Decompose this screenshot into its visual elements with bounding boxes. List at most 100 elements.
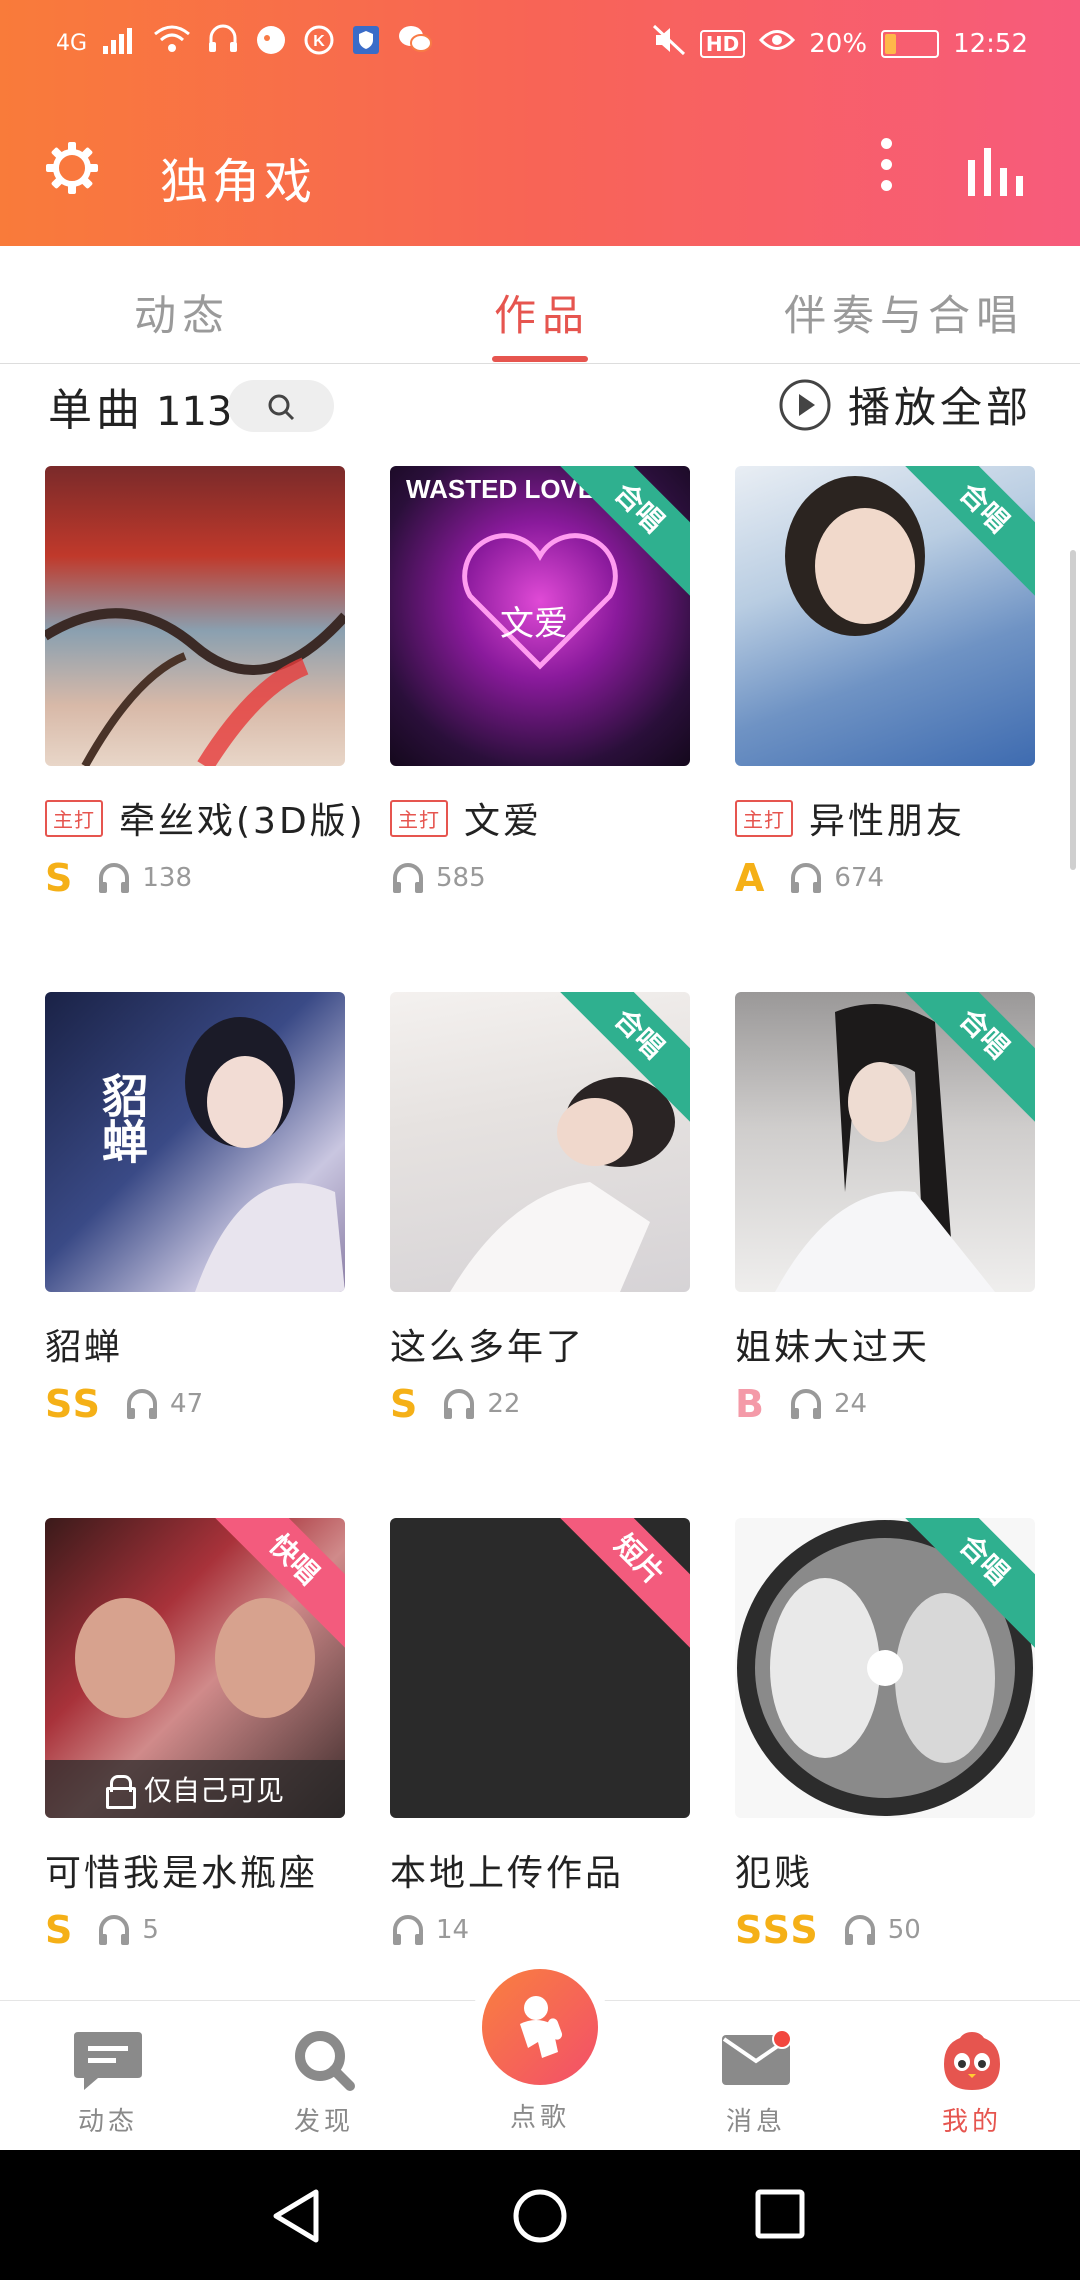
now-playing-equalizer-icon[interactable] xyxy=(966,146,1032,196)
tab-feed[interactable]: 动态 xyxy=(134,282,230,343)
play-count: 674 xyxy=(788,862,884,894)
profile-mascot-icon xyxy=(944,2032,1000,2090)
song-meta: A 674 xyxy=(735,856,1035,900)
scrollbar[interactable] xyxy=(1070,550,1076,870)
section-title: 单曲 113 xyxy=(48,374,232,438)
play-count: 138 xyxy=(96,862,192,894)
song-title: 牵丝戏(3D版) xyxy=(119,801,366,842)
wechat-icon xyxy=(397,24,433,64)
system-navigation-bar xyxy=(0,2150,1080,2280)
play-count: 50 xyxy=(842,1914,921,1946)
song-card[interactable]: 合唱 主打 异性朋友 A 674 xyxy=(735,466,1035,900)
play-all-label: 播放全部 xyxy=(847,383,1032,432)
tab-works[interactable]: 作品 xyxy=(494,282,590,343)
song-title-row: 貂蝉 xyxy=(45,1322,345,1368)
home-icon[interactable] xyxy=(512,2188,568,2244)
sing-button[interactable] xyxy=(470,1957,610,2097)
play-count: 5 xyxy=(96,1914,159,1946)
headphones-icon xyxy=(790,1389,821,1419)
song-card[interactable]: 合唱 姐妹大过天 B 24 xyxy=(735,992,1035,1426)
main-badge: 主打 xyxy=(45,799,103,837)
cover-text: WASTED LOVE xyxy=(406,474,596,504)
short-video-ribbon: 短片 xyxy=(539,1518,690,1660)
song-title: 可惜我是水瓶座 xyxy=(45,1853,319,1894)
song-card[interactable]: 短片 本地上传作品 14 xyxy=(390,1518,690,1950)
settings-gear-icon[interactable] xyxy=(42,138,102,198)
song-title-row: 姐妹大过天 xyxy=(735,1322,1035,1368)
song-title: 异性朋友 xyxy=(809,801,966,842)
song-meta: SSS 50 xyxy=(735,1908,1035,1952)
nav-messages[interactable]: 消息 xyxy=(686,2025,826,2138)
play-count-value: 24 xyxy=(833,1389,868,1419)
play-circle-icon xyxy=(779,379,831,430)
nav-me-label: 我的 xyxy=(941,2107,1002,2137)
play-count-value: 50 xyxy=(887,1915,921,1945)
song-title: 貂蝉 xyxy=(45,1327,124,1368)
song-title-row: 主打 牵丝戏(3D版) xyxy=(45,796,363,842)
headphones-icon xyxy=(844,1915,875,1945)
song-title-row: 本地上传作品 xyxy=(390,1848,690,1894)
headphones-icon xyxy=(99,863,130,893)
play-count-value: 138 xyxy=(142,863,193,893)
song-cover: 合唱 xyxy=(735,992,1035,1292)
headphones-icon xyxy=(791,863,822,893)
headphones-icon xyxy=(393,863,423,893)
play-all-button[interactable]: 播放全部 xyxy=(778,374,1032,435)
headphone-status-icon xyxy=(207,24,239,64)
clock: 12:52 xyxy=(953,28,1028,59)
play-count: 14 xyxy=(390,1914,469,1946)
song-title-row: 可惜我是水瓶座 xyxy=(45,1848,345,1894)
cover-lettering: 文爱 xyxy=(500,604,568,644)
k-app-icon: K xyxy=(303,24,335,64)
unread-dot xyxy=(772,2029,792,2049)
nav-me[interactable]: 我的 xyxy=(902,2025,1042,2138)
play-count-value: 14 xyxy=(436,1915,470,1945)
nav-discover[interactable]: 发现 xyxy=(254,2025,394,2138)
headphones-icon xyxy=(127,1389,158,1419)
song-cover xyxy=(45,466,345,766)
more-options-icon[interactable] xyxy=(868,130,904,200)
song-cover: 快唱 仅自己可见 xyxy=(45,1518,345,1818)
song-cover: 合唱 xyxy=(735,1518,1035,1818)
song-card[interactable]: 貂蝉 貂蝉 SS 47 xyxy=(45,992,345,1426)
search-songs-button[interactable] xyxy=(228,380,334,432)
song-card[interactable]: 快唱 仅自己可见 可惜我是水瓶座 S 5 xyxy=(45,1518,345,1952)
song-title: 本地上传作品 xyxy=(390,1853,625,1894)
private-visibility-bar: 仅自己可见 xyxy=(45,1760,345,1818)
tab-accompaniment-chorus[interactable]: 伴奏与合唱 xyxy=(784,282,1024,343)
singer-microphone-icon xyxy=(520,1996,563,2058)
song-card[interactable]: 合唱 这么多年了 S 22 xyxy=(390,992,690,1426)
lock-icon xyxy=(105,1775,136,1809)
battery-percent: 20% xyxy=(809,28,868,59)
chat-bubble-icon xyxy=(74,2032,142,2090)
play-count-value: 585 xyxy=(436,863,486,893)
song-cover: WASTED LOVE 文爱 合唱 xyxy=(390,466,690,766)
song-meta: 14 xyxy=(390,1910,690,1950)
song-cover: 貂蝉 xyxy=(45,992,345,1292)
title-bar: 独角戏 xyxy=(0,120,1080,230)
song-cover: 合唱 xyxy=(390,992,690,1292)
song-card[interactable]: 合唱 犯贱 SSS 50 xyxy=(735,1518,1035,1952)
play-count: 47 xyxy=(124,1388,203,1420)
bottom-navigation: 动态 发现 点歌 消息 我的 xyxy=(0,1957,1080,2150)
search-icon xyxy=(268,394,295,421)
recents-icon[interactable] xyxy=(754,2188,806,2240)
section-title-label: 单曲 xyxy=(48,385,144,436)
play-count: 24 xyxy=(788,1388,867,1420)
main-badge: 主打 xyxy=(390,799,448,837)
song-count: 113 xyxy=(156,389,233,435)
play-count-value: 5 xyxy=(142,1915,159,1945)
song-title: 这么多年了 xyxy=(390,1327,586,1368)
back-icon[interactable] xyxy=(270,2188,324,2244)
grade-badge: B xyxy=(735,1382,766,1426)
grade-badge: S xyxy=(45,1908,75,1952)
profile-tabs: 动态 作品 伴奏与合唱 xyxy=(0,246,1080,364)
nav-messages-label: 消息 xyxy=(725,2107,786,2137)
wifi-icon xyxy=(153,24,191,64)
song-card[interactable]: WASTED LOVE 文爱 合唱 主打 文爱 585 xyxy=(390,466,690,898)
play-count-value: 22 xyxy=(487,1389,521,1419)
nav-feed[interactable]: 动态 xyxy=(38,2025,178,2138)
song-title-row: 主打 文爱 xyxy=(390,796,690,842)
private-label: 仅自己可见 xyxy=(143,1774,284,1807)
song-card[interactable]: 主打 牵丝戏(3D版) S 138 xyxy=(45,466,363,900)
